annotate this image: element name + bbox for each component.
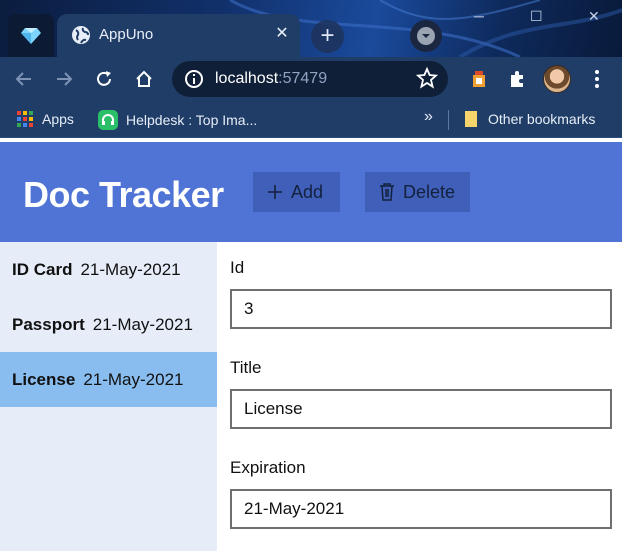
bookmark-helpdesk[interactable]: Helpdesk : Top Ima... [98, 110, 257, 130]
info-icon[interactable] [184, 69, 204, 89]
home-icon [136, 70, 152, 87]
reload-button[interactable] [89, 64, 119, 94]
forward-arrow-icon [57, 72, 73, 86]
tab-search-button[interactable] [410, 20, 442, 52]
close-window-button[interactable]: ✕ [588, 8, 600, 25]
page-title: Doc Tracker [23, 174, 224, 215]
delete-button[interactable]: Delete [365, 172, 470, 212]
trash-icon [380, 183, 394, 201]
browser-tab[interactable]: AppUno ✕ [57, 14, 300, 57]
home-button[interactable] [129, 64, 159, 94]
id-label: Id [230, 258, 245, 277]
bookmarks-overflow-button[interactable]: » [424, 108, 433, 126]
list-item[interactable]: ID Card 21-May-2021 [0, 242, 217, 297]
add-button[interactable]: Add [253, 172, 340, 212]
extension-icon [473, 71, 485, 87]
document-list: ID Card 21-May-2021 Passport 21-May-2021… [0, 242, 217, 551]
url-text: localhost:57479 [215, 70, 327, 88]
reload-icon [97, 71, 111, 86]
document-date: 21-May-2021 [92, 314, 193, 334]
maximize-button[interactable]: ☐ [530, 8, 543, 25]
title-label: Title [230, 358, 262, 377]
extension-button[interactable] [464, 64, 494, 94]
profile-button[interactable] [8, 14, 54, 57]
globe-icon [72, 26, 90, 44]
document-title: License [12, 369, 76, 389]
document-date: 21-May-2021 [80, 259, 181, 279]
url-port: :57479 [278, 70, 328, 87]
folder-icon [465, 111, 477, 127]
headset-icon [98, 110, 118, 130]
new-tab-button[interactable]: + [311, 20, 344, 53]
minimize-button[interactable]: ─ [474, 8, 484, 24]
extensions-menu-button[interactable] [502, 64, 532, 94]
document-detail: Id Title Expiration [217, 242, 622, 551]
tab-close-icon[interactable]: ✕ [271, 23, 293, 45]
avatar[interactable] [543, 65, 571, 93]
bookmarks-divider [448, 110, 449, 130]
document-title: Passport [12, 314, 85, 334]
browser-titlebar: AppUno ✕ + ─ ☐ ✕ [0, 0, 622, 57]
bookmark-other[interactable]: Other bookmarks [462, 110, 595, 128]
delete-button-label: Delete [403, 181, 456, 202]
browser-menu-button[interactable] [582, 64, 612, 94]
title-field[interactable] [230, 389, 612, 429]
document-date: 21-May-2021 [83, 369, 184, 389]
plus-icon [268, 185, 282, 199]
back-button[interactable] [9, 64, 39, 94]
star-icon[interactable] [416, 67, 438, 89]
app-header: Doc Tracker Add Delete [0, 142, 622, 242]
list-item-selected[interactable]: License 21-May-2021 [0, 352, 217, 407]
bookmark-helpdesk-label: Helpdesk : Top Ima... [126, 112, 258, 128]
apps-grid-icon [17, 111, 33, 127]
document-title: ID Card [12, 259, 73, 279]
tab-title: AppUno [99, 26, 154, 43]
profile-gem-icon [21, 27, 41, 44]
back-arrow-icon [15, 72, 31, 86]
bookmarks-bar: Apps Helpdesk : Top Ima... » Other bookm… [0, 102, 622, 138]
address-bar[interactable]: localhost:57479 [172, 61, 448, 97]
puzzle-icon [511, 71, 523, 87]
chevron-down-icon [417, 27, 435, 45]
forward-button[interactable] [49, 64, 79, 94]
list-item[interactable]: Passport 21-May-2021 [0, 297, 217, 352]
id-field[interactable] [230, 289, 612, 329]
url-host: localhost [215, 70, 279, 87]
bookmark-apps[interactable]: Apps [16, 110, 74, 128]
bookmark-other-label: Other bookmarks [488, 111, 596, 127]
expiration-field[interactable] [230, 489, 612, 529]
browser-toolbar: localhost:57479 [0, 57, 622, 102]
add-button-label: Add [291, 181, 324, 202]
expiration-label: Expiration [230, 458, 306, 477]
menu-dots-icon [595, 70, 599, 88]
bookmark-apps-label: Apps [42, 111, 74, 127]
